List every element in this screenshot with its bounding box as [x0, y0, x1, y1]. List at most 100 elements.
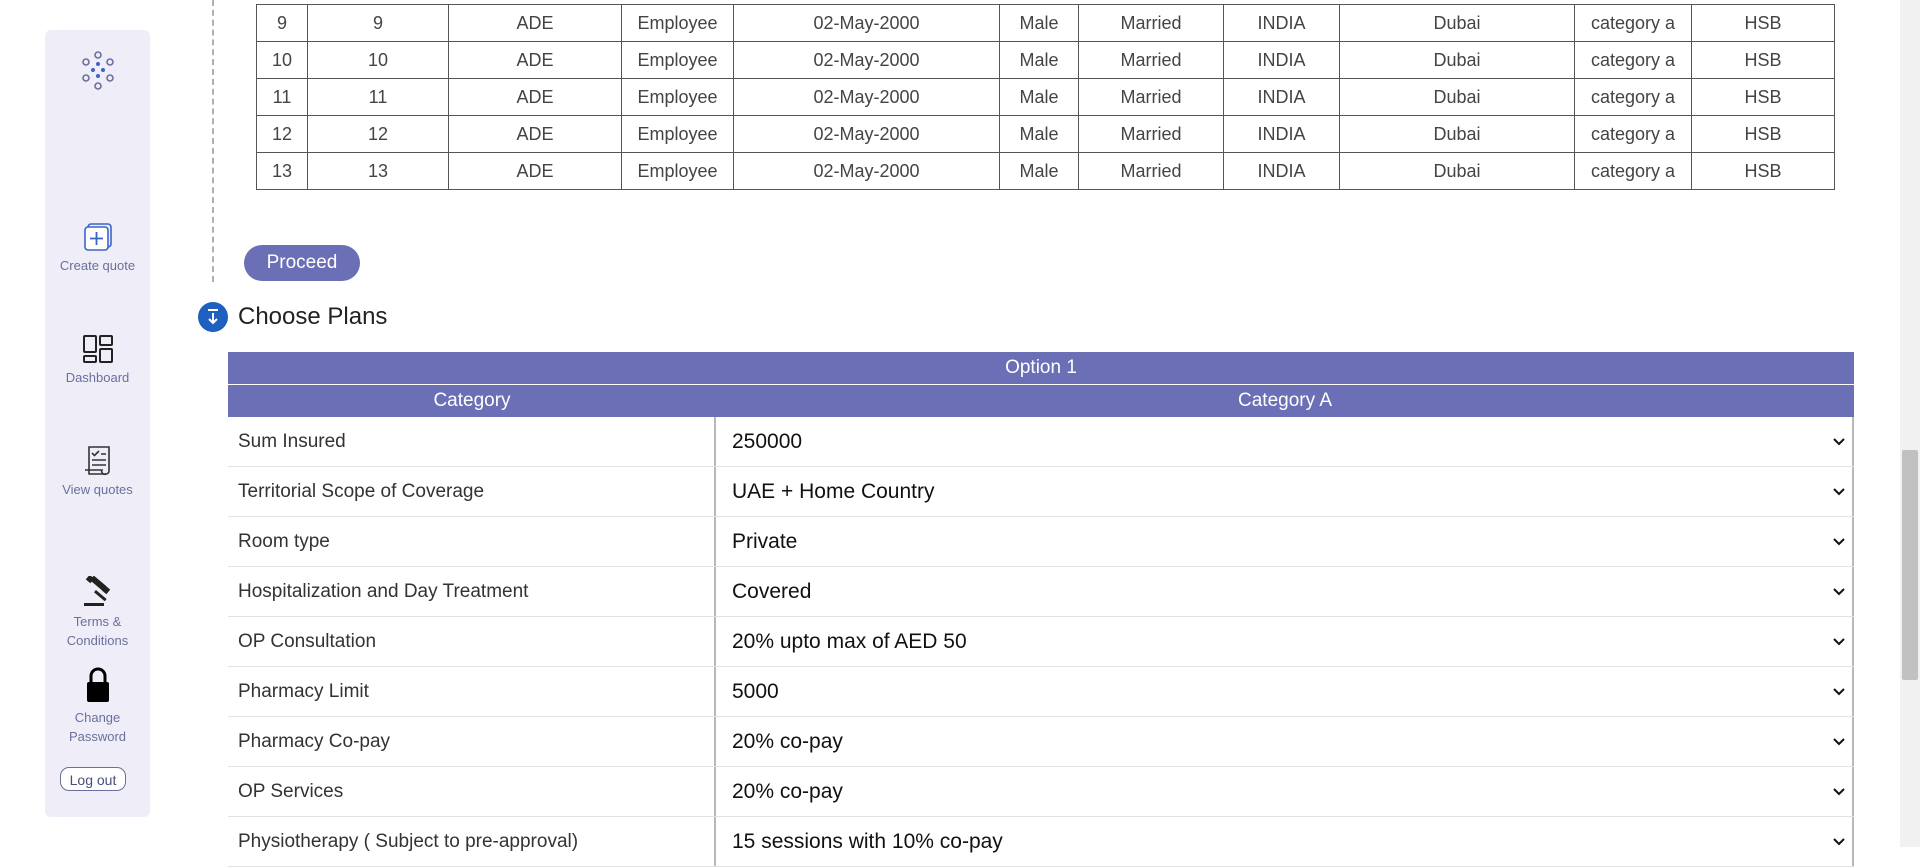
relation-cell: Employee — [621, 115, 734, 153]
visa-emirate-cell: Dubai — [1339, 4, 1575, 42]
logout-button[interactable]: Log out — [60, 767, 126, 791]
name-cell: ADE — [448, 4, 622, 42]
sidebar-item-label: Dashboard — [65, 370, 130, 385]
row-number-cell: 10 — [256, 41, 308, 79]
lock-icon — [86, 667, 109, 702]
marital-status-cell: Married — [1078, 41, 1224, 79]
chevron-down-icon — [1833, 438, 1845, 446]
plan-row-label: Sum Insured — [228, 417, 716, 466]
plan-row-label: Pharmacy Co-pay — [228, 717, 716, 766]
table-row: 13 13 ADE Employee 02-May-2000 Male Married IND… — [256, 152, 1835, 190]
visa-emirate-cell: Dubai — [1339, 152, 1575, 190]
nationality-cell: INDIA — [1223, 41, 1340, 79]
name-cell: ADE — [448, 78, 622, 116]
network-cell: HSB — [1691, 115, 1835, 153]
dob-cell: 02-May-2000 — [733, 78, 1000, 116]
category-header: Category — [433, 390, 511, 411]
table-row: 9 9 ADE Employee 02-May-2000 Male Married INDIA… — [256, 4, 1835, 42]
relation-cell: Employee — [621, 4, 734, 42]
marital-status-cell: Married — [1078, 78, 1224, 116]
network-cell: HSB — [1691, 41, 1835, 79]
marital-status-cell: Married — [1078, 4, 1224, 42]
network-cell: HSB — [1691, 152, 1835, 190]
marital-status-cell: Married — [1078, 152, 1224, 190]
sidebar: Create quote Dashboard View quotes Terms… — [45, 30, 150, 817]
chevron-down-icon — [1833, 738, 1845, 746]
dob-cell: 02-May-2000 — [733, 4, 1000, 42]
arrow-down-to-line-icon — [198, 302, 228, 332]
sidebar-item-label: Change Password — [68, 710, 127, 744]
plan-row-label: Hospitalization and Day Treatment — [228, 567, 716, 616]
relation-cell: Employee — [621, 78, 734, 116]
plan-option-select[interactable]: 20% co-pay — [716, 767, 1854, 816]
sidebar-item-label: Terms & Conditions — [66, 614, 129, 648]
plan-row: Pharmacy Limit 5000 — [228, 667, 1854, 717]
plan-row: OP Services 20% co-pay — [228, 767, 1854, 817]
category-cell: category a — [1574, 41, 1692, 79]
select-value: Covered — [732, 580, 812, 603]
category-cell: category a — [1574, 152, 1692, 190]
marital-status-cell: Married — [1078, 115, 1224, 153]
network-cell: HSB — [1691, 4, 1835, 42]
plus-square-icon — [83, 223, 112, 251]
table-row: 12 12 ADE Employee 02-May-2000 Male Married IND… — [256, 115, 1835, 153]
plan-row: Pharmacy Co-pay 20% co-pay — [228, 717, 1854, 767]
gender-cell: Male — [999, 41, 1079, 79]
relation-cell: Employee — [621, 152, 734, 190]
dashboard-grid-icon — [82, 335, 113, 363]
member-id-cell: 12 — [307, 115, 449, 153]
app-logo-icon — [82, 51, 114, 90]
gender-cell: Male — [999, 115, 1079, 153]
gavel-icon — [83, 576, 110, 606]
category-header-row: Category Category A — [228, 384, 1854, 417]
section-title: Choose Plans — [238, 303, 388, 330]
sidebar-item-terms-conditions[interactable]: Terms & Conditions — [45, 576, 150, 650]
sidebar-item-view-quotes[interactable]: View quotes — [45, 444, 150, 499]
plan-row-label: Room type — [228, 517, 716, 566]
member-id-cell: 13 — [307, 152, 449, 190]
dob-cell: 02-May-2000 — [733, 115, 1000, 153]
sidebar-item-create-quote[interactable]: Create quote — [45, 222, 150, 275]
plan-option-select[interactable]: 20% co-pay — [716, 717, 1854, 766]
chevron-down-icon — [1833, 688, 1845, 696]
visa-emirate-cell: Dubai — [1339, 41, 1575, 79]
plan-row: Room type Private — [228, 517, 1854, 567]
vertical-scrollbar[interactable] — [1900, 0, 1920, 847]
plan-option-select[interactable]: 250000 — [716, 417, 1854, 466]
sidebar-item-label: Create quote — [59, 258, 136, 273]
plan-option-select[interactable]: 5000 — [716, 667, 1854, 716]
plan-row: Territorial Scope of Coverage UAE + Home … — [228, 467, 1854, 517]
option-header: Option 1 — [228, 352, 1854, 384]
sidebar-item-dashboard[interactable]: Dashboard — [45, 334, 150, 387]
row-number-cell: 11 — [256, 78, 308, 116]
visa-emirate-cell: Dubai — [1339, 78, 1575, 116]
document-check-icon — [84, 446, 110, 476]
sidebar-item-label: View quotes — [62, 482, 133, 497]
sidebar-item-change-password[interactable]: Change Password — [45, 666, 150, 746]
select-value: 20% co-pay — [732, 780, 843, 803]
plans-table: Option 1 Category Category A Sum Insured… — [228, 352, 1854, 867]
plan-option-select[interactable]: Covered — [716, 567, 1854, 616]
scrollbar-thumb[interactable] — [1902, 450, 1918, 680]
dob-cell: 02-May-2000 — [733, 152, 1000, 190]
select-value: 250000 — [732, 430, 803, 453]
category-cell: category a — [1574, 4, 1692, 42]
chevron-down-icon — [1833, 638, 1845, 646]
plan-option-select[interactable]: UAE + Home Country — [716, 467, 1854, 516]
gender-cell: Male — [999, 4, 1079, 42]
nationality-cell: INDIA — [1223, 152, 1340, 190]
member-id-cell: 9 — [307, 4, 449, 42]
row-number-cell: 12 — [256, 115, 308, 153]
plan-row-label: Physiotherapy ( Subject to pre-approval) — [228, 817, 716, 866]
nationality-cell: INDIA — [1223, 115, 1340, 153]
plan-option-select[interactable]: 15 sessions with 10% co-pay — [716, 817, 1854, 866]
select-value: 20% upto max of AED 50 — [732, 630, 967, 653]
plan-row: OP Consultation 20% upto max of AED 50 — [228, 617, 1854, 667]
member-id-cell: 10 — [307, 41, 449, 79]
proceed-button[interactable]: Proceed — [244, 245, 360, 281]
chevron-down-icon — [1833, 538, 1845, 546]
plan-row-label: Territorial Scope of Coverage — [228, 467, 716, 516]
plan-option-select[interactable]: 20% upto max of AED 50 — [716, 617, 1854, 666]
category-cell: category a — [1574, 115, 1692, 153]
plan-option-select[interactable]: Private — [716, 517, 1854, 566]
